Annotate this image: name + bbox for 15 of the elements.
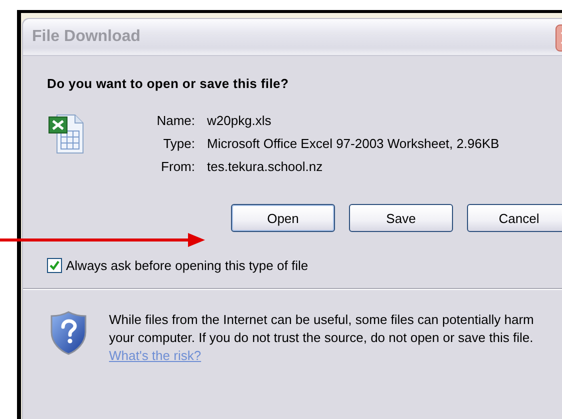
open-button[interactable]: Open: [231, 204, 335, 232]
detail-value: tes.tekura.school.nz: [207, 159, 324, 174]
dialog-question: Do you want to open or save this file?: [47, 76, 290, 91]
checkbox[interactable]: [47, 258, 62, 273]
cancel-button[interactable]: Cancel: [467, 204, 562, 232]
detail-label: From:: [160, 159, 195, 174]
shield-question-icon: [50, 311, 87, 355]
detail-value: w20pkg.xls: [207, 113, 272, 128]
warning-text: While files from the Internet can be useful, some files can potentially harm your computer. If you do not trust the source, do not open or save this file. What's the risk?: [109, 311, 535, 365]
window-title: File Download: [32, 28, 140, 46]
detail-value: Microsoft Office Excel 97-2003 Worksheet, 2.96KB: [207, 136, 500, 151]
detail-label: Name:: [156, 113, 195, 128]
save-button[interactable]: Save: [349, 204, 453, 232]
detail-label: Type:: [162, 136, 195, 151]
checkbox-label: Always ask before opening this type of file: [66, 258, 308, 273]
